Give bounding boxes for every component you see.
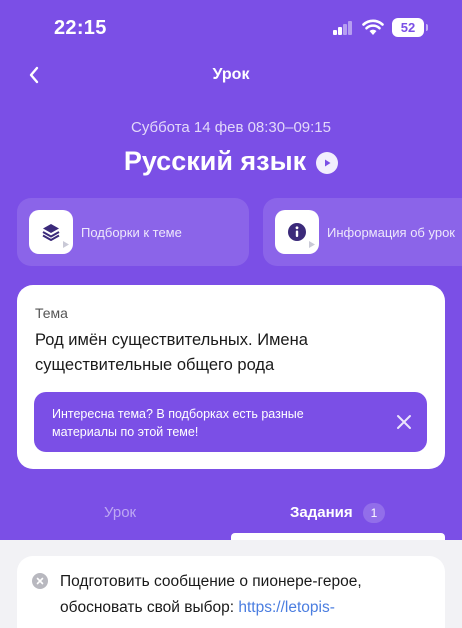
subject-title: Русский язык: [123, 146, 307, 176]
lesson-info-label: Информация об урок: [327, 224, 455, 240]
topic-card: Тема Род имён существительных. Имена сущ…: [17, 285, 445, 469]
signal-icon: [333, 21, 355, 35]
status-time: 22:15: [54, 17, 107, 39]
topic-label: Тема: [35, 305, 68, 321]
task-status-icon[interactable]: [32, 573, 48, 589]
tab-lesson[interactable]: Урок: [104, 504, 136, 521]
collections-label: Подборки к теме: [81, 224, 182, 240]
hint-banner[interactable]: Интересна тема? В подборках есть разные …: [34, 392, 427, 452]
hint-text: Интересна тема? В подборках есть разные …: [52, 407, 304, 439]
task-card[interactable]: Подготовить сообщение о пионере-герое, о…: [17, 556, 445, 628]
battery-indicator: 52: [392, 18, 428, 37]
topic-text: Род имён существительных. Имена существи…: [35, 331, 308, 374]
lesson-info-card[interactable]: Информация об урок: [263, 198, 462, 266]
page-title: Урок: [212, 66, 250, 83]
info-icon: [275, 210, 319, 254]
tasks-count-badge: 1: [363, 503, 385, 523]
subject-row: Русский язык: [0, 146, 462, 177]
collections-card[interactable]: Подборки к теме: [17, 198, 249, 266]
status-bar: 22:15 52: [0, 0, 462, 56]
play-icon[interactable]: [316, 151, 339, 174]
active-tab-indicator: [231, 533, 445, 540]
tab-tasks[interactable]: Задания: [290, 504, 353, 521]
task-text: Подготовить сообщение о пионере-герое, о…: [60, 569, 432, 621]
wifi-icon: [362, 19, 384, 35]
close-icon[interactable]: [395, 413, 413, 431]
task-link[interactable]: https://letopis-: [238, 599, 335, 616]
layers-icon: [29, 210, 73, 254]
lesson-datetime: Суббота 14 фев 08:30–09:15: [131, 119, 331, 136]
